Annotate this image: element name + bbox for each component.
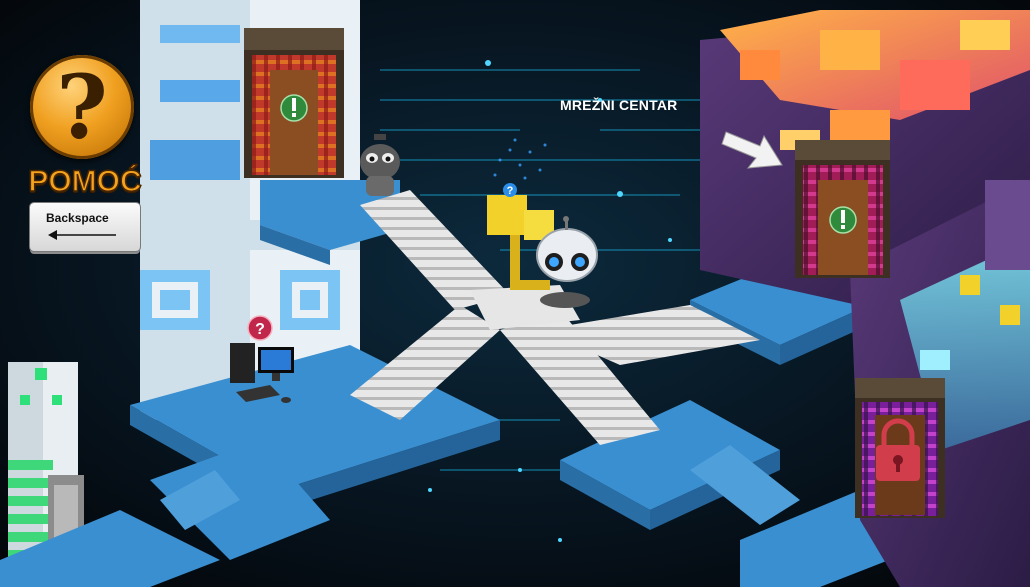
help-button[interactable]: ? POMOĆ [22, 55, 152, 205]
backspace-button[interactable]: Backspace [30, 203, 140, 251]
hint-question-icon: ? [503, 183, 517, 197]
question-icon[interactable]: ? [247, 315, 273, 341]
exclamation-icon [829, 206, 857, 234]
game-scene: ? ? [0, 0, 1030, 587]
backspace-label: Backspace [46, 211, 109, 225]
help-icon: ? [30, 55, 134, 159]
help-label: POMOĆ [28, 164, 143, 199]
svg-text:?: ? [255, 321, 265, 338]
network-center-label: MREŽNI CENTAR [560, 97, 678, 113]
exclamation-icon [280, 94, 308, 122]
question-mark: ? [56, 55, 108, 159]
left-arrow-icon [48, 230, 116, 240]
svg-text:?: ? [507, 185, 514, 197]
